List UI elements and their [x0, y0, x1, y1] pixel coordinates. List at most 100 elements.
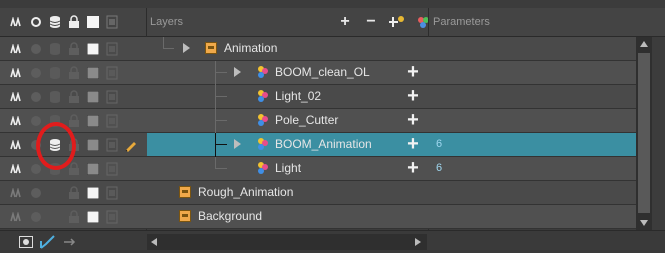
- layer-thumbnail-icon[interactable]: [105, 162, 119, 176]
- layer-color-swatch-icon[interactable]: [86, 186, 100, 200]
- layer-thumbnail-icon[interactable]: [105, 186, 119, 200]
- layer-row[interactable]: BOOM_Animation +6: [0, 133, 636, 157]
- layer-row[interactable]: Background: [0, 205, 636, 229]
- layer-row[interactable]: BOOM_clean_OL +: [0, 61, 636, 85]
- layer-row[interactable]: Rough_Animation: [0, 181, 636, 205]
- vertical-scrollbar[interactable]: [636, 37, 652, 230]
- show-all-icon[interactable]: [10, 138, 24, 152]
- add-layer-icon[interactable]: +: [336, 13, 354, 31]
- parameters-cell[interactable]: [428, 205, 636, 228]
- layer-thumbnail-icon[interactable]: [105, 42, 119, 56]
- visibility-toggle-icon[interactable]: [29, 42, 43, 56]
- function-curve-icon[interactable]: [40, 234, 56, 250]
- layer-name-cell[interactable]: Animation: [147, 37, 428, 60]
- database-icon[interactable]: [48, 66, 62, 80]
- lock-toggle-icon[interactable]: [67, 65, 81, 80]
- parameters-cell[interactable]: [428, 109, 636, 132]
- layer-color-swatch-icon[interactable]: [86, 66, 100, 80]
- visibility-toggle-icon[interactable]: [29, 114, 43, 128]
- expand-arrow-icon[interactable]: [183, 43, 190, 53]
- visibility-toggle-icon[interactable]: [29, 90, 43, 104]
- add-keyframe-icon[interactable]: +: [404, 110, 422, 130]
- visibility-toggle-icon[interactable]: [29, 210, 43, 224]
- color-swatch-column-icon[interactable]: [86, 15, 100, 29]
- parameters-cell[interactable]: 6: [428, 133, 636, 156]
- add-to-group-icon[interactable]: [414, 13, 432, 31]
- layer-row[interactable]: Light_02 +: [0, 85, 636, 109]
- visibility-toggle-icon[interactable]: [29, 66, 43, 80]
- visibility-column-icon[interactable]: [29, 15, 43, 29]
- layer-thumbnail-icon[interactable]: [105, 138, 119, 152]
- show-all-icon[interactable]: [10, 90, 24, 104]
- layer-color-swatch-icon[interactable]: [86, 210, 100, 224]
- layer-row[interactable]: Animation: [0, 37, 636, 61]
- layer-view-icon[interactable]: [18, 234, 34, 250]
- add-keyframe-icon[interactable]: +: [404, 158, 422, 178]
- layer-thumbnail-icon[interactable]: [105, 66, 119, 80]
- layer-row[interactable]: Light +6: [0, 157, 636, 181]
- show-all-icon[interactable]: [10, 66, 24, 80]
- parameters-cell[interactable]: [428, 181, 636, 204]
- database-column-icon[interactable]: [48, 15, 62, 29]
- database-icon[interactable]: [48, 90, 62, 104]
- layer-thumbnail-icon[interactable]: [105, 210, 119, 224]
- layer-color-swatch-icon[interactable]: [86, 162, 100, 176]
- layer-name-cell[interactable]: Light_02 +: [147, 85, 428, 109]
- visibility-toggle-icon[interactable]: [29, 138, 43, 152]
- database-icon[interactable]: [48, 138, 62, 152]
- lock-toggle-icon[interactable]: [67, 161, 81, 176]
- layer-thumbnail-icon[interactable]: [105, 114, 119, 128]
- add-keyframe-icon[interactable]: +: [404, 86, 422, 106]
- parameters-cell[interactable]: [428, 61, 636, 84]
- layer-row[interactable]: Pole_Cutter +: [0, 109, 636, 133]
- parameters-cell[interactable]: [428, 37, 636, 60]
- parameters-cell[interactable]: 6: [428, 157, 636, 180]
- layer-name-cell[interactable]: BOOM_clean_OL +: [147, 61, 428, 85]
- layer-name-cell[interactable]: Background: [147, 205, 428, 228]
- lock-toggle-icon[interactable]: [67, 113, 81, 128]
- layer-color-swatch-icon[interactable]: [86, 114, 100, 128]
- arrow-right-icon[interactable]: [62, 234, 78, 250]
- thumbnail-column-icon[interactable]: [105, 15, 119, 29]
- layer-name-cell[interactable]: Pole_Cutter +: [147, 109, 428, 133]
- show-all-icon[interactable]: [10, 186, 24, 200]
- database-icon[interactable]: [48, 162, 62, 176]
- lock-toggle-icon[interactable]: [67, 209, 81, 224]
- lock-column-icon[interactable]: [67, 15, 81, 29]
- layer-name-cell[interactable]: Rough_Animation: [147, 181, 428, 204]
- lock-toggle-icon[interactable]: [67, 137, 81, 152]
- visibility-toggle-icon[interactable]: [29, 162, 43, 176]
- show-all-icon[interactable]: [10, 210, 24, 224]
- scroll-left-icon[interactable]: [151, 238, 157, 246]
- layer-color-swatch-icon[interactable]: [86, 90, 100, 104]
- scroll-right-icon[interactable]: [415, 238, 421, 246]
- parameters-cell[interactable]: [428, 85, 636, 108]
- show-all-icon[interactable]: [10, 162, 24, 176]
- scroll-down-icon[interactable]: [640, 220, 648, 226]
- lock-toggle-icon[interactable]: [67, 185, 81, 200]
- add-keyframe-icon[interactable]: +: [404, 134, 422, 154]
- database-icon[interactable]: [48, 186, 62, 200]
- layer-name-cell[interactable]: Light +: [147, 157, 428, 180]
- layer-color-swatch-icon[interactable]: [86, 42, 100, 56]
- show-all-icon[interactable]: [10, 42, 24, 56]
- database-icon[interactable]: [48, 42, 62, 56]
- add-keyframe-icon[interactable]: +: [404, 62, 422, 82]
- scroll-up-icon[interactable]: [640, 41, 648, 47]
- lock-toggle-icon[interactable]: [67, 41, 81, 56]
- add-peg-icon[interactable]: [388, 13, 406, 31]
- expand-arrow-icon[interactable]: [234, 139, 241, 149]
- database-icon[interactable]: [48, 114, 62, 128]
- lock-toggle-icon[interactable]: [67, 89, 81, 104]
- database-icon[interactable]: [48, 210, 62, 224]
- expand-arrow-icon[interactable]: [234, 67, 241, 77]
- show-all-icon[interactable]: [10, 114, 24, 128]
- remove-layer-icon[interactable]: −: [362, 13, 380, 31]
- layer-color-swatch-icon[interactable]: [86, 138, 100, 152]
- horizontal-scrollbar[interactable]: [147, 234, 427, 250]
- layer-name-cell[interactable]: BOOM_Animation +: [147, 133, 428, 157]
- layer-thumbnail-icon[interactable]: [105, 90, 119, 104]
- vertical-scroll-thumb[interactable]: [638, 53, 650, 213]
- visibility-toggle-icon[interactable]: [29, 186, 43, 200]
- show-all-toggle-icon[interactable]: [10, 15, 24, 29]
